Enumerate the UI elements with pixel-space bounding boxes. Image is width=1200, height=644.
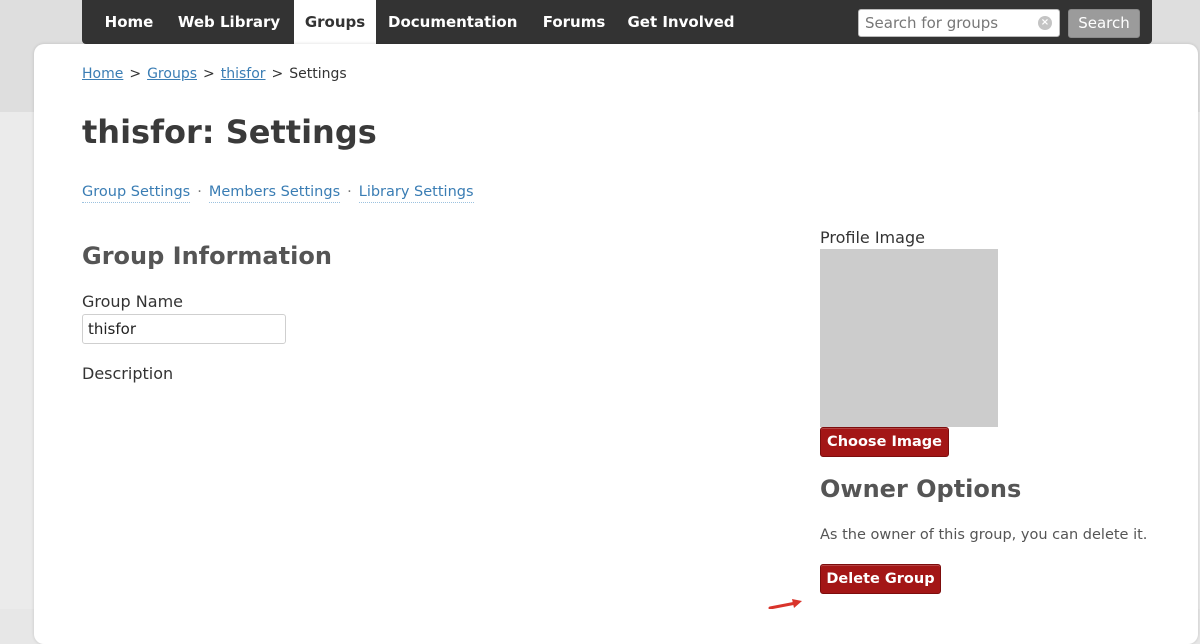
nav-groups[interactable]: Groups [294,0,376,44]
group-name-label: Group Name [82,292,183,311]
breadcrumb-separator: > [203,66,215,82]
subnav-members-settings[interactable]: Members Settings [208,184,341,203]
group-information-heading: Group Information [82,242,332,270]
nav-home[interactable]: Home [94,0,164,44]
breadcrumb-home-link[interactable]: Home [82,66,123,82]
breadcrumb-separator: > [271,66,284,82]
search-button[interactable]: Search [1068,9,1140,38]
settings-subnav: Group Settings · Members Settings · Library … [82,184,474,203]
description-label: Description [82,364,174,383]
nav-get-involved[interactable]: Get Involved [626,0,736,44]
breadcrumb-current: Settings [289,66,347,82]
owner-note: As the owner of this group, you can dele… [820,527,1148,543]
breadcrumb-separator: > [129,66,142,82]
profile-image-placeholder [820,249,998,427]
subnav-group-settings[interactable]: Group Settings [82,184,191,203]
breadcrumb: Home > Groups > thisfor > Settings [82,66,347,82]
subnav-separator: · [197,184,202,200]
delete-group-button[interactable]: Delete Group [820,564,941,594]
nav-web-library[interactable]: Web Library [176,0,282,44]
owner-options-heading: Owner Options [820,475,1022,503]
nav-forums[interactable]: Forums [538,0,610,44]
search-box: × [858,9,1060,37]
subnav-separator: · [347,184,352,200]
clear-search-icon[interactable]: × [1038,16,1052,30]
page-title: thisfor: Settings [82,113,377,151]
search-input[interactable] [865,13,1033,33]
top-navigation: Home Web Library Groups Documentation Fo… [82,0,1152,44]
group-name-input[interactable] [82,314,286,344]
profile-image-label: Profile Image [820,228,925,247]
subnav-library-settings[interactable]: Library Settings [358,184,474,203]
breadcrumb-group-link[interactable]: thisfor [221,66,266,82]
choose-image-button[interactable]: Choose Image [820,427,949,457]
breadcrumb-groups-link[interactable]: Groups [147,66,197,82]
annotation-arrow-icon [768,599,802,609]
nav-documentation[interactable]: Documentation [388,0,517,44]
